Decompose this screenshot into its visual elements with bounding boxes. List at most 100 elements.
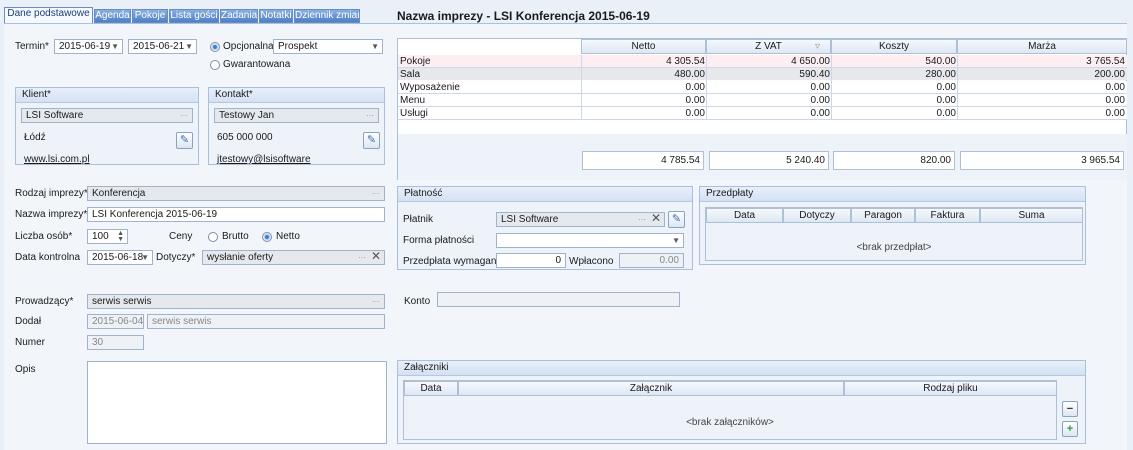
przedplaty-col-suma[interactable]: Suma bbox=[980, 208, 1083, 223]
rodzaj-value: Konferencja bbox=[92, 188, 146, 199]
dotyczy-value: wysłanie oferty bbox=[207, 252, 274, 263]
gwarantowana-radio[interactable] bbox=[210, 60, 220, 70]
edit-kontakt-button[interactable]: ✎ bbox=[363, 132, 380, 149]
netto-label: Netto bbox=[276, 231, 300, 242]
dodal-label: Dodał bbox=[15, 316, 42, 327]
przedplaty-header: Przedpłaty bbox=[700, 187, 1085, 202]
total-zvat: 5 240.40 bbox=[709, 151, 829, 170]
rodzaj-label: Rodzaj imprezy* bbox=[15, 188, 88, 199]
tab-pokoje[interactable]: Pokoje bbox=[132, 9, 168, 23]
prowadzacy-value: serwis serwis bbox=[92, 296, 152, 307]
total-netto: 4 785.54 bbox=[582, 151, 704, 170]
pencil-icon: ✎ bbox=[179, 134, 190, 146]
zalaczniki-header: Załączniki bbox=[398, 361, 1085, 376]
przedplaty-col-data[interactable]: Data bbox=[706, 208, 783, 223]
col-divider bbox=[831, 55, 832, 120]
konto-label: Konto bbox=[404, 296, 431, 307]
przedplata-input[interactable]: 0 bbox=[496, 253, 566, 268]
col-divider bbox=[581, 55, 582, 120]
close-icon[interactable]: ✕ bbox=[651, 213, 661, 225]
table-row[interactable]: Menu 0.00 0.00 0.00 0.00 bbox=[398, 94, 1127, 106]
add-attachment-button[interactable]: + bbox=[1062, 421, 1078, 437]
tab-agenda[interactable]: Agenda bbox=[94, 9, 131, 23]
ellipsis-icon: ··· bbox=[358, 253, 366, 262]
przedplaty-col-faktura[interactable]: Faktura bbox=[915, 208, 980, 223]
col-header-koszty[interactable]: Koszty bbox=[831, 39, 957, 54]
netto-radio[interactable] bbox=[262, 232, 272, 242]
col-header-marza[interactable]: Marża bbox=[957, 39, 1127, 54]
prowadzacy-label: Prowadzący* bbox=[15, 296, 74, 307]
opcja-status-select[interactable]: Prospekt ▼ bbox=[273, 39, 383, 54]
ceny-label: Ceny bbox=[169, 231, 193, 242]
chevron-down-icon: ▼ bbox=[141, 253, 149, 262]
col-header-netto[interactable]: Netto bbox=[581, 39, 706, 54]
forma-platnosci-select[interactable]: ▼ bbox=[496, 233, 684, 248]
table-row[interactable]: Usługi 0.00 0.00 0.00 0.00 bbox=[398, 107, 1127, 119]
klient-city: Łódź bbox=[24, 132, 46, 143]
klient-www-link[interactable]: www.lsi.com.pl bbox=[24, 154, 90, 165]
total-marza: 3 965.54 bbox=[960, 151, 1124, 170]
table-row[interactable]: Pokoje 4 305.54 4 650.00 540.00 3 765.54 bbox=[398, 55, 1127, 67]
liczba-osob-stepper[interactable]: 100 ▲ ▼ bbox=[87, 229, 128, 244]
dotyczy-label: Dotyczy* bbox=[156, 252, 196, 263]
nazwa-label: Nazwa imprezy* bbox=[15, 209, 88, 220]
nazwa-input[interactable]: LSI Konferencja 2015-06-19 bbox=[87, 207, 385, 222]
platnik-label: Płatnik bbox=[403, 214, 434, 225]
kontrolna-label: Data kontrolna bbox=[15, 252, 81, 263]
zalaczniki-group: Załączniki Data Załącznik Rodzaj pliku <… bbox=[397, 360, 1086, 444]
kontakt-email-link[interactable]: jtestowy@lsisoftware bbox=[217, 154, 311, 165]
konto-field bbox=[437, 292, 680, 307]
remove-attachment-button[interactable]: − bbox=[1062, 401, 1078, 417]
przedplaty-col-dotyczy[interactable]: Dotyczy bbox=[783, 208, 851, 223]
row-netto: 480.00 bbox=[674, 69, 705, 80]
ellipsis-icon: ··· bbox=[372, 297, 380, 306]
zalaczniki-col-data[interactable]: Data bbox=[404, 381, 458, 396]
gwarantowana-label: Gwarantowana bbox=[223, 59, 291, 70]
kontrolna-date[interactable]: 2015-06-18 ▼ bbox=[87, 250, 153, 265]
total-koszty: 820.00 bbox=[833, 151, 955, 170]
zalaczniki-col-rodzaj[interactable]: Rodzaj pliku bbox=[844, 381, 1057, 396]
tab-dziennik-zmian[interactable]: Dziennik zmian bbox=[294, 9, 360, 23]
rodzaj-select[interactable]: Konferencja ··· bbox=[87, 186, 385, 201]
wplacono-label: Wpłacono bbox=[569, 256, 614, 267]
dodal-date: 2015-06-04 bbox=[87, 314, 144, 329]
tab-lista-gosci[interactable]: Lista gości bbox=[169, 9, 219, 23]
close-icon[interactable]: ✕ bbox=[371, 251, 381, 263]
kontrolna-value: 2015-06-18 bbox=[92, 252, 144, 263]
tab-zadania[interactable]: Zadania bbox=[220, 9, 258, 23]
tab-dane-podstawowe[interactable]: Dane podstawowe bbox=[4, 7, 93, 23]
row-divider bbox=[398, 119, 1127, 120]
opcjonalna-radio[interactable] bbox=[210, 42, 220, 52]
przedplaty-col-paragon[interactable]: Paragon bbox=[851, 208, 915, 223]
dotyczy-select[interactable]: wysłanie oferty ··· ✕ bbox=[202, 250, 385, 265]
platnosc-group: Płatność Płatnik LSI Software ··· ✕ ✎ Form… bbox=[397, 186, 693, 270]
summary-table: Netto Z VAT ▿ Koszty Marża Pokoje 4 305.5… bbox=[397, 38, 1127, 180]
przedplaty-grid: Data Dotyczy Paragon Faktura Suma <brak … bbox=[705, 207, 1083, 261]
kontakt-group: Kontakt* Testowy Jan ··· 605 000 000 ✎ jt… bbox=[208, 87, 385, 165]
termin-from-date[interactable]: 2015-06-19 ▼ bbox=[54, 39, 123, 54]
przedplaty-group: Przedpłaty Data Dotyczy Paragon Faktura … bbox=[699, 186, 1086, 265]
opis-textarea[interactable] bbox=[87, 361, 387, 444]
table-row[interactable]: Sala 480.00 590.40 280.00 200.00 bbox=[398, 68, 1127, 80]
tab-notatki[interactable]: Notatki bbox=[259, 9, 293, 23]
brutto-radio[interactable] bbox=[208, 232, 218, 242]
termin-to-value: 2015-06-21 bbox=[133, 41, 185, 52]
kontakt-select[interactable]: Testowy Jan ··· bbox=[214, 108, 379, 123]
klient-header: Klient* bbox=[16, 88, 198, 103]
prowadzacy-select[interactable]: serwis serwis ··· bbox=[87, 294, 385, 309]
klient-select[interactable]: LSI Software ··· bbox=[21, 108, 193, 123]
termin-to-date[interactable]: 2015-06-21 ▼ bbox=[128, 39, 197, 54]
kontakt-name: Testowy Jan bbox=[219, 110, 275, 121]
ellipsis-icon: ··· bbox=[372, 189, 380, 198]
przedplata-label: Przedpłata wymagana bbox=[403, 256, 502, 267]
col-header-zvat[interactable]: Z VAT ▿ bbox=[706, 39, 831, 54]
edit-klient-button[interactable]: ✎ bbox=[176, 132, 193, 149]
przedplaty-empty: <brak przedpłat> bbox=[856, 242, 932, 253]
edit-platnik-button[interactable]: ✎ bbox=[668, 211, 685, 228]
tab-content: Termin* 2015-06-19 ▼ 2015-06-21 ▼ Opcjonal… bbox=[4, 23, 1127, 450]
table-row[interactable]: Wyposażenie 0.00 0.00 0.00 0.00 bbox=[398, 81, 1127, 93]
row-divider bbox=[398, 67, 1127, 68]
platnik-select[interactable]: LSI Software ··· ✕ bbox=[496, 212, 665, 227]
forma-platnosci-label: Forma płatności bbox=[403, 235, 475, 246]
zalaczniki-col-zalacznik[interactable]: Załącznik bbox=[458, 381, 844, 396]
